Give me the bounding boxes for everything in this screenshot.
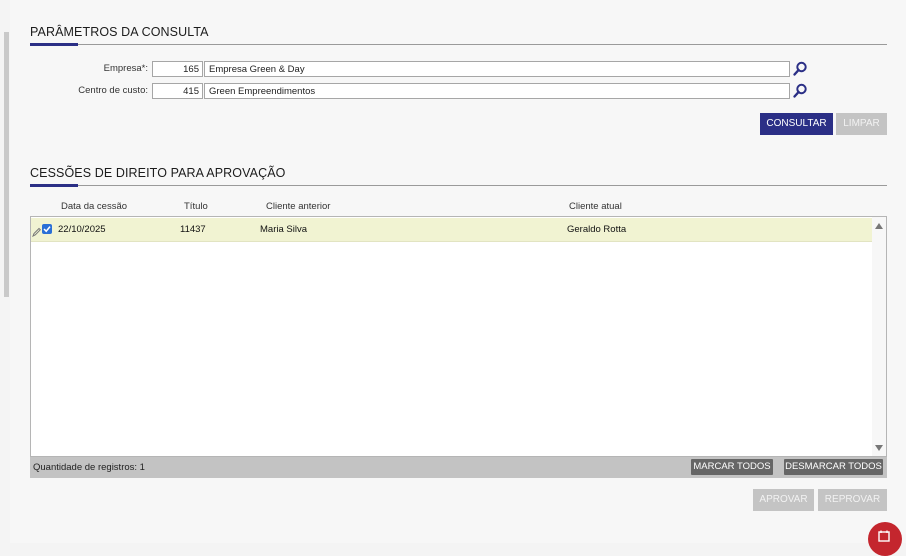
limpar-button[interactable]: LIMPAR: [836, 113, 887, 135]
col-titulo[interactable]: Título: [184, 201, 208, 212]
centro-label: Centro de custo:: [78, 85, 148, 96]
cessoes-section-accent: [30, 184, 78, 187]
search-icon[interactable]: [792, 61, 808, 77]
reprovar-button[interactable]: REPROVAR: [818, 489, 887, 511]
grid-footer: Quantidade de registros: 1 MARCAR TODOS …: [30, 457, 887, 478]
params-section-divider: [30, 44, 887, 45]
cessoes-grid: 22/10/2025 11437 Maria Silva Geraldo Rot…: [30, 216, 887, 457]
table-row[interactable]: 22/10/2025 11437 Maria Silva Geraldo Rot…: [31, 218, 872, 242]
left-scrollbar[interactable]: [4, 32, 9, 297]
cell-titulo: 11437: [180, 224, 206, 235]
col-cliente-atual[interactable]: Cliente atual: [569, 201, 622, 212]
cessoes-section-divider: [30, 185, 887, 186]
empresa-label: Empresa*:: [103, 63, 148, 74]
centro-code-input[interactable]: 415: [152, 83, 203, 99]
cell-cliente-anterior: Maria Silva: [260, 224, 307, 235]
empresa-name-input[interactable]: Empresa Green & Day: [204, 61, 790, 77]
params-section-accent: [30, 43, 78, 46]
main-content: PARÂMETROS DA CONSULTA Empresa*: 165 Emp…: [10, 0, 906, 543]
desmarcar-todos-button[interactable]: DESMARCAR TODOS: [784, 459, 883, 475]
checkbox-icon[interactable]: [42, 224, 52, 234]
centro-name-input[interactable]: Green Empreendimentos: [204, 83, 790, 99]
record-count: Quantidade de registros: 1: [33, 462, 145, 473]
aprovar-button[interactable]: APROVAR: [753, 489, 814, 511]
consultar-button[interactable]: CONSULTAR: [760, 113, 833, 135]
table-header: Data da cessão Título Cliente anterior C…: [30, 198, 887, 216]
cell-data-cessao: 22/10/2025: [58, 224, 106, 235]
arrow-down-icon[interactable]: [875, 445, 883, 451]
pencil-icon[interactable]: [32, 224, 42, 238]
empresa-row: Empresa*: 165 Empresa Green & Day: [10, 61, 820, 79]
cell-cliente-atual: Geraldo Rotta: [567, 224, 627, 235]
col-data-cessao[interactable]: Data da cessão: [61, 201, 127, 212]
marcar-todos-button[interactable]: MARCAR TODOS: [691, 459, 773, 475]
centro-row: Centro de custo: 415 Green Empreendiment…: [10, 83, 820, 101]
arrow-up-icon[interactable]: [875, 223, 883, 229]
col-cliente-anterior[interactable]: Cliente anterior: [266, 201, 330, 212]
left-rail: [0, 0, 10, 543]
notification-badge[interactable]: [868, 522, 902, 556]
empresa-code-input[interactable]: 165: [152, 61, 203, 77]
search-icon[interactable]: [792, 83, 808, 99]
cessoes-section-title: CESSÕES DE DIREITO PARA APROVAÇÃO: [30, 166, 286, 180]
grid-scrollbar[interactable]: [872, 217, 886, 456]
params-section-title: PARÂMETROS DA CONSULTA: [30, 25, 209, 39]
